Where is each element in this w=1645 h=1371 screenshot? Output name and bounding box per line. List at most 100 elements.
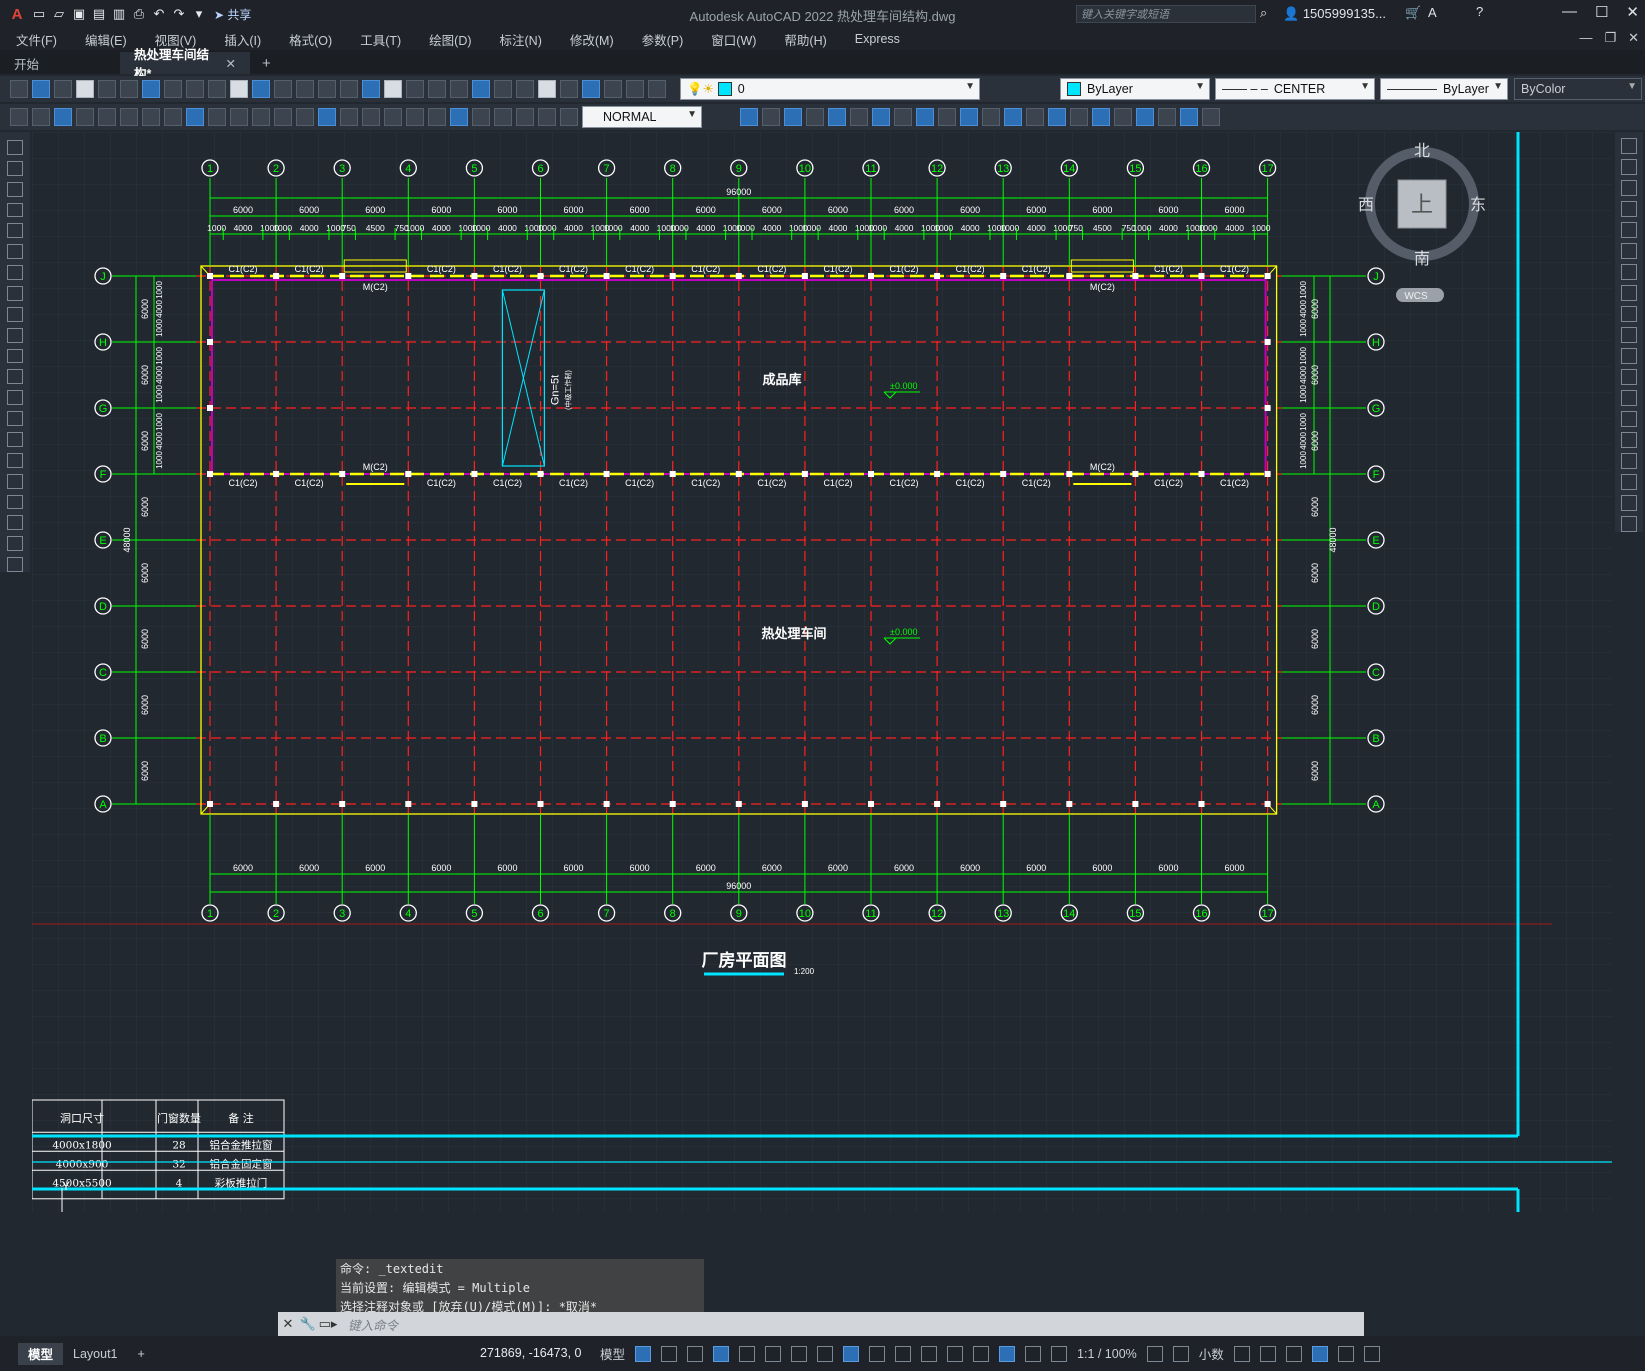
modify-tool-icon[interactable] — [1621, 159, 1637, 175]
tool-icon[interactable] — [916, 108, 934, 126]
draw-tool-icon[interactable] — [7, 327, 23, 343]
osnap-icon[interactable] — [843, 1345, 860, 1362]
tool-icon[interactable] — [538, 80, 556, 98]
maximize-icon[interactable]: ☐ — [1595, 3, 1608, 21]
modify-tool-icon[interactable] — [1621, 348, 1637, 364]
tool-icon[interactable] — [10, 80, 28, 98]
menu-item-7[interactable]: 标注(N) — [484, 30, 554, 49]
tool-icon[interactable] — [98, 108, 116, 126]
tool-icon[interactable] — [406, 108, 424, 126]
tool-icon[interactable] — [850, 108, 868, 126]
color-dropdown[interactable]: ByLayer ▼ — [1060, 78, 1210, 100]
scale-value[interactable]: 1:1 / 100% — [1077, 1347, 1137, 1361]
customize-cmd-icon[interactable]: 🔧 — [298, 1316, 318, 1332]
redo-icon[interactable]: ↷ — [170, 5, 188, 23]
grid-toggle-icon[interactable] — [635, 1345, 652, 1362]
undo-icon[interactable]: ↶ — [150, 5, 168, 23]
tool-icon[interactable] — [340, 108, 358, 126]
quick-properties-icon[interactable] — [1233, 1345, 1250, 1362]
print-icon[interactable]: ⎙ — [130, 5, 148, 23]
tool-icon[interactable] — [76, 80, 94, 98]
doc-minimize-icon[interactable]: — — [1579, 30, 1592, 46]
doc-restore-icon[interactable]: ❐ — [1604, 30, 1616, 46]
command-input[interactable]: 键入命令 — [348, 1315, 398, 1334]
tool-icon[interactable] — [428, 108, 446, 126]
search-icon[interactable]: ⌕ — [1260, 5, 1267, 21]
draw-tool-icon[interactable] — [7, 140, 23, 155]
tool-icon[interactable] — [230, 80, 248, 98]
tab-drawing[interactable]: 热处理车间结构* ✕ — [120, 48, 250, 81]
annotation-visibility-icon[interactable] — [999, 1345, 1016, 1362]
tool-icon[interactable] — [1026, 108, 1044, 126]
tool-icon[interactable] — [560, 108, 578, 126]
draw-tool-icon[interactable] — [7, 536, 23, 552]
new-tab-icon[interactable]: + — [262, 55, 271, 74]
close-cmd-icon[interactable]: ✕ — [278, 1316, 298, 1332]
menu-item-8[interactable]: 修改(M) — [554, 30, 626, 49]
modify-tool-icon[interactable] — [1621, 474, 1637, 490]
tool-icon[interactable] — [296, 80, 314, 98]
tool-icon[interactable] — [142, 108, 160, 126]
tool-icon[interactable] — [120, 108, 138, 126]
tool-icon[interactable] — [230, 108, 248, 126]
modify-tool-icon[interactable] — [1621, 180, 1637, 196]
menu-item-5[interactable]: 工具(T) — [344, 30, 413, 49]
tool-icon[interactable] — [560, 80, 578, 98]
tool-icon[interactable] — [208, 80, 226, 98]
add-layout-icon[interactable]: + — [128, 1343, 155, 1365]
modify-tool-icon[interactable] — [1621, 138, 1637, 154]
isodraft-icon[interactable] — [791, 1345, 808, 1362]
modify-tool-icon[interactable] — [1621, 201, 1637, 217]
transparency-icon[interactable] — [895, 1345, 912, 1362]
linetype-dropdown[interactable]: —— – – CENTER ▼ — [1215, 78, 1375, 100]
modify-tool-icon[interactable] — [1621, 285, 1637, 301]
minimize-icon[interactable]: — — [1562, 3, 1577, 21]
tool-icon[interactable] — [1048, 108, 1066, 126]
modify-tool-icon[interactable] — [1621, 453, 1637, 469]
cad-drawing[interactable]: C1(C2) C1(C2) C1(C2) C1(C2) C1(C2) C1(C2) C1(C… — [32, 132, 1612, 1212]
tool-icon[interactable] — [318, 108, 336, 126]
units-value[interactable]: 小数 — [1199, 1344, 1224, 1363]
tool-icon[interactable] — [384, 80, 402, 98]
tool-icon[interactable] — [362, 80, 380, 98]
open-icon[interactable]: ▱ — [50, 5, 68, 23]
draw-tool-icon[interactable] — [7, 265, 23, 281]
polar-icon[interactable] — [765, 1345, 782, 1362]
web-icon[interactable]: ▥ — [110, 5, 128, 23]
draw-tool-icon[interactable] — [7, 223, 23, 239]
menu-item-0[interactable]: 文件(F) — [0, 30, 69, 49]
layer-dropdown[interactable]: 💡☀ 0 ▼ — [680, 78, 980, 100]
3d-osnap-icon[interactable] — [947, 1345, 964, 1362]
menu-item-1[interactable]: 编辑(E) — [69, 30, 139, 49]
modify-tool-icon[interactable] — [1621, 411, 1637, 427]
tool-icon[interactable] — [186, 108, 204, 126]
draw-tool-icon[interactable] — [7, 286, 23, 301]
tool-icon[interactable] — [274, 80, 292, 98]
draw-tool-icon[interactable] — [7, 411, 23, 427]
tool-icon[interactable] — [516, 108, 534, 126]
draw-tool-icon[interactable] — [7, 432, 23, 447]
autodesk-icon[interactable]: A — [1428, 5, 1437, 20]
tool-icon[interactable] — [516, 80, 534, 98]
tool-icon[interactable] — [1202, 108, 1220, 126]
tool-icon[interactable] — [10, 108, 28, 126]
hardware-accel-icon[interactable] — [1311, 1345, 1328, 1362]
tool-icon[interactable] — [296, 108, 314, 126]
tool-icon[interactable] — [982, 108, 1000, 126]
tool-icon[interactable] — [938, 108, 956, 126]
menu-item-12[interactable]: Express — [839, 32, 912, 46]
cart-icon[interactable]: 🛒 — [1405, 5, 1421, 21]
tool-icon[interactable] — [208, 108, 226, 126]
tool-icon[interactable] — [1136, 108, 1154, 126]
tool-icon[interactable] — [252, 108, 270, 126]
tool-icon[interactable] — [626, 80, 644, 98]
tool-icon[interactable] — [98, 80, 116, 98]
tool-icon[interactable] — [76, 108, 94, 126]
model-tab[interactable]: 模型 — [18, 1342, 64, 1365]
tool-icon[interactable] — [362, 108, 380, 126]
tool-icon[interactable] — [384, 108, 402, 126]
tool-icon[interactable] — [1092, 108, 1110, 126]
tool-icon[interactable] — [120, 80, 138, 98]
draw-tool-icon[interactable] — [7, 390, 23, 406]
help-icon[interactable]: ? — [1476, 4, 1483, 19]
